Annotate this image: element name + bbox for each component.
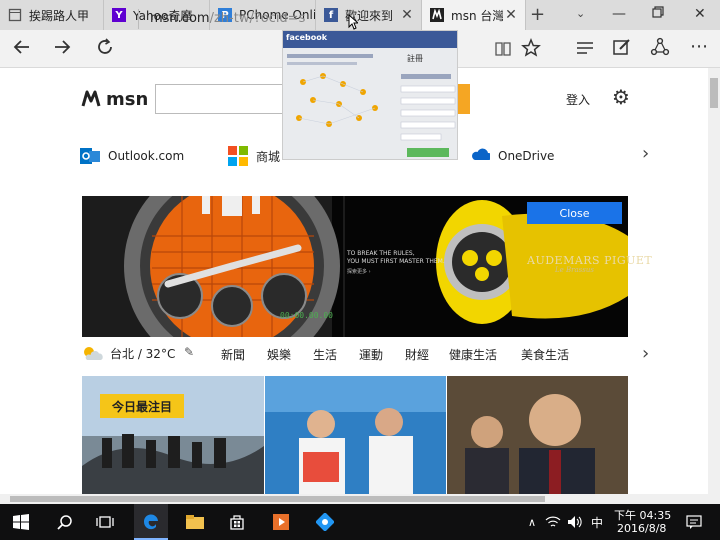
web-note-icon[interactable]: [612, 37, 632, 62]
facebook-icon: f: [324, 8, 338, 22]
tab-title: 挨踢路人甲: [29, 8, 90, 23]
news-image-2: [265, 376, 446, 494]
msn-icon: [430, 8, 444, 22]
task-view-icon[interactable]: [90, 504, 120, 540]
quick-link-label: OneDrive: [498, 149, 555, 163]
news-tile-3[interactable]: [447, 376, 628, 494]
address-host: msn.com: [150, 11, 210, 26]
ad-brand-sub: Le Brassus: [555, 266, 594, 274]
horizontal-scroll-thumb[interactable]: [10, 496, 545, 502]
more-icon[interactable]: ⋯: [690, 36, 708, 57]
chevron-right-icon[interactable]: ›: [642, 343, 649, 364]
nav-news[interactable]: 新聞: [221, 346, 245, 363]
close-icon[interactable]: ✕: [503, 7, 519, 23]
msn-logo-text: msn: [106, 88, 149, 110]
nav-entertainment[interactable]: 娛樂: [267, 346, 291, 363]
tab-1[interactable]: 挨踢路人甲: [0, 0, 104, 30]
media-player-icon[interactable]: [266, 504, 296, 540]
reading-view-icon[interactable]: [494, 39, 512, 63]
ad-tagline-1: TO BREAK THE RULES,: [347, 250, 415, 257]
notifications-icon[interactable]: [682, 504, 706, 540]
nav-food[interactable]: 美食生活: [521, 346, 569, 363]
nav-finance[interactable]: 財經: [405, 346, 429, 363]
address-path: /zh-tw/?ocid=s: [209, 11, 306, 26]
tab-5[interactable]: msn 台灣 ✕: [422, 0, 526, 30]
news-image-3: [447, 376, 628, 494]
refresh-icon[interactable]: [95, 37, 115, 62]
store-icon[interactable]: [222, 504, 252, 540]
onedrive-cloud-icon: [472, 148, 490, 160]
nav-lifestyle[interactable]: 生活: [313, 346, 337, 363]
svg-text:00:00.00.00: 00:00.00.00: [280, 311, 333, 320]
sign-in-link[interactable]: 登入: [566, 91, 590, 108]
ad-close-button[interactable]: Close: [527, 202, 622, 224]
facebook-register-heading: 註冊: [407, 54, 423, 63]
vertical-scrollbar[interactable]: [708, 68, 720, 504]
quick-link-outlook[interactable]: Outlook.com: [80, 146, 184, 166]
tab-menu-chevron-icon[interactable]: ⌄: [576, 7, 585, 20]
facebook-header-bar: facebook: [283, 31, 457, 48]
volume-icon[interactable]: [566, 504, 584, 540]
facebook-page-thumbnail: [283, 48, 457, 159]
chevron-right-icon[interactable]: ›: [642, 143, 649, 164]
tab-4[interactable]: f 歡迎來到 ✕: [316, 0, 422, 30]
share-icon[interactable]: [650, 37, 670, 62]
weather-widget[interactable]: 台北 / 32°C: [80, 344, 175, 362]
mouse-cursor-icon: [348, 13, 360, 33]
file-explorer-icon[interactable]: [180, 504, 210, 540]
edit-pencil-icon[interactable]: ✎: [184, 345, 194, 359]
partly-sunny-icon: [84, 347, 103, 360]
taskbar-date[interactable]: 2016/8/8: [617, 522, 666, 535]
ime-indicator[interactable]: 中: [588, 504, 606, 540]
close-icon[interactable]: ✕: [399, 7, 415, 23]
facebook-wordmark: facebook: [286, 33, 328, 42]
minimize-icon[interactable]: —: [612, 6, 626, 22]
msn-butterfly-icon: [81, 90, 101, 107]
ad-tagline-2: YOU MUST FIRST MASTER THEM.: [347, 258, 445, 265]
news-tile-2[interactable]: [265, 376, 446, 494]
microsoft-icon: [228, 146, 248, 166]
network-icon[interactable]: [544, 504, 562, 540]
quick-link-label: Outlook.com: [108, 149, 185, 163]
vertical-scroll-thumb[interactable]: [710, 78, 718, 108]
yahoo-icon: Y: [112, 8, 126, 22]
quick-link-store[interactable]: 商城: [228, 146, 280, 166]
address-field[interactable]: msn.com/zh-tw/?ocid=s: [150, 11, 305, 26]
page-icon: [8, 8, 22, 22]
edge-taskbar-icon[interactable]: [134, 504, 168, 540]
address-separator: [138, 9, 139, 29]
ad-more-link[interactable]: 探索更多 ›: [347, 268, 371, 275]
featured-badge: 今日最注目: [100, 394, 184, 418]
search-icon[interactable]: [50, 504, 80, 540]
close-window-icon[interactable]: ✕: [694, 6, 706, 22]
nav-health[interactable]: 健康生活: [449, 346, 497, 363]
tab-title: msn 台灣: [451, 8, 503, 23]
back-arrow-icon[interactable]: [12, 37, 32, 62]
taskbar-time[interactable]: 下午 04:35: [614, 507, 671, 523]
weather-text: 台北 / 32°C: [110, 346, 176, 361]
app-taskbar-icon[interactable]: [310, 504, 340, 540]
forward-arrow-icon[interactable]: [52, 37, 72, 62]
quick-link-label: 商城: [256, 149, 281, 164]
nav-sports[interactable]: 運動: [359, 346, 383, 363]
hub-icon[interactable]: [575, 38, 595, 63]
msn-logo[interactable]: msn: [80, 88, 148, 110]
windows-start-icon[interactable]: [6, 504, 36, 540]
favorite-star-icon[interactable]: [521, 38, 541, 63]
outlook-icon: [80, 148, 100, 164]
new-tab-button[interactable]: +: [530, 4, 545, 25]
chevron-up-icon[interactable]: ∧: [524, 504, 540, 540]
quick-link-onedrive[interactable]: OneDrive: [470, 146, 554, 166]
restore-icon[interactable]: [652, 6, 664, 22]
gear-icon[interactable]: ⚙: [612, 85, 630, 109]
tab-preview-facebook[interactable]: facebook 註冊: [282, 30, 458, 160]
